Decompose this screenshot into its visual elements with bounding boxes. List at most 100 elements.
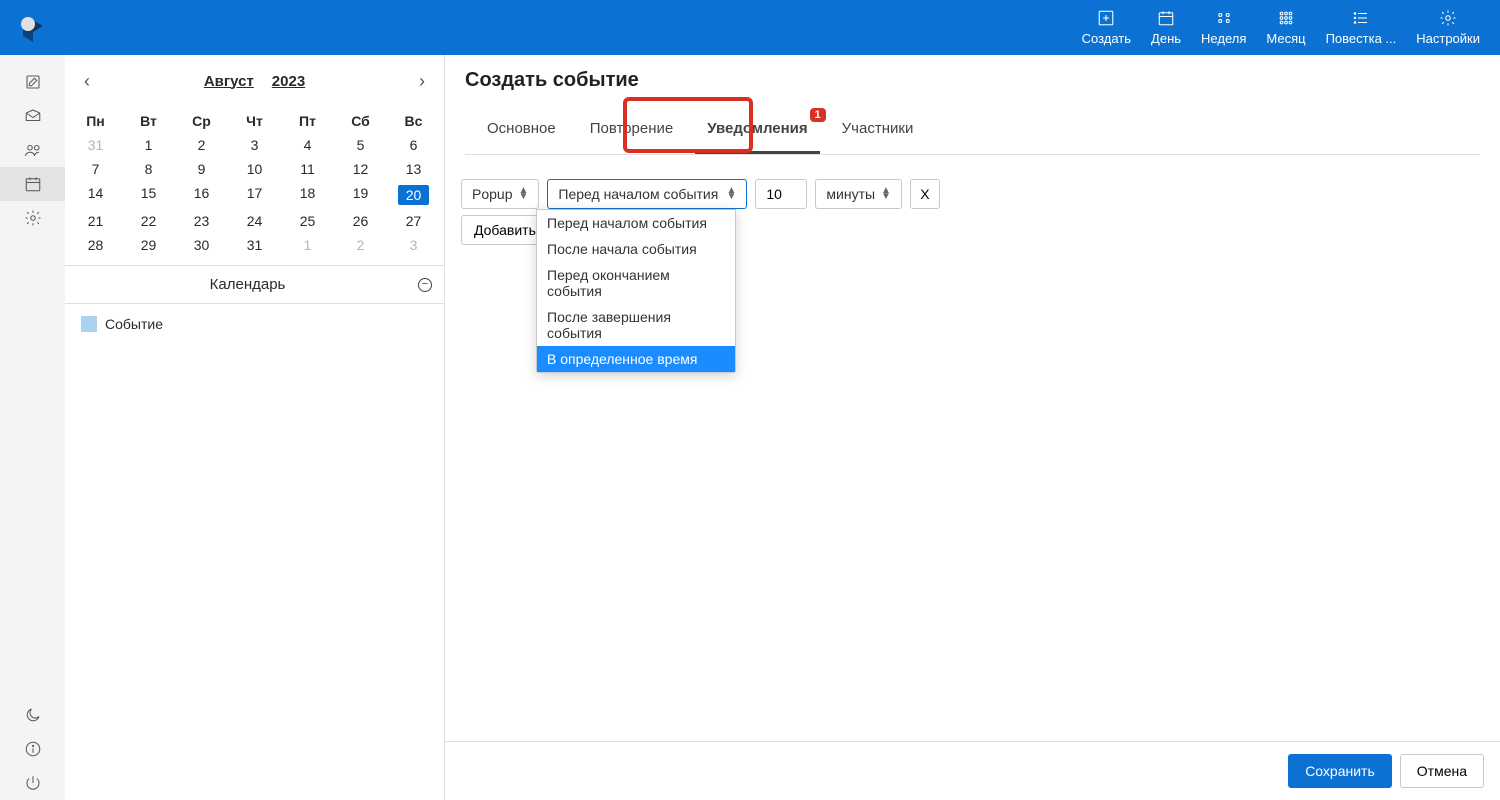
dropdown-option[interactable]: После завершения события — [537, 304, 735, 346]
color-swatch — [81, 316, 97, 332]
envelope-icon — [24, 107, 42, 125]
tab-Участники[interactable]: Участники — [830, 112, 926, 154]
day-cell[interactable]: 16 — [175, 181, 228, 209]
month-button[interactable]: Месяц — [1258, 5, 1313, 50]
updown-icon: ▲▼ — [881, 188, 891, 200]
page-title: Создать событие — [465, 69, 1480, 92]
dow-cell: Пн — [69, 109, 122, 133]
calendar-day-icon — [1157, 9, 1175, 27]
tab-Основное[interactable]: Основное — [475, 112, 568, 154]
day-cell[interactable]: 4 — [281, 133, 334, 157]
day-cell[interactable]: 10 — [228, 157, 281, 181]
day-cell[interactable]: 24 — [228, 209, 281, 233]
next-month-button[interactable]: › — [410, 69, 434, 93]
day-cell[interactable]: 7 — [69, 157, 122, 181]
day-cell[interactable]: 18 — [281, 181, 334, 209]
list-icon — [1352, 9, 1370, 27]
day-cell[interactable]: 31 — [228, 233, 281, 257]
dropdown-option[interactable]: Перед окончанием события — [537, 262, 735, 304]
day-cell[interactable]: 8 — [122, 157, 175, 181]
week-button[interactable]: Неделя — [1193, 5, 1254, 50]
week-label: Неделя — [1201, 31, 1246, 46]
rail-power[interactable] — [0, 766, 65, 800]
month-label[interactable]: Август — [204, 73, 254, 90]
day-cell[interactable]: 26 — [334, 209, 387, 233]
day-cell[interactable]: 29 — [122, 233, 175, 257]
prev-month-button[interactable]: ‹ — [75, 69, 99, 93]
people-icon — [24, 141, 42, 159]
day-cell[interactable]: 17 — [228, 181, 281, 209]
dow-cell: Пт — [281, 109, 334, 133]
day-cell[interactable]: 3 — [387, 233, 440, 257]
day-cell[interactable]: 1 — [281, 233, 334, 257]
notification-type-select[interactable]: Popup ▲▼ — [461, 179, 539, 209]
gear-icon — [24, 209, 42, 227]
day-button[interactable]: День — [1143, 5, 1189, 50]
settings-button[interactable]: Настройки — [1408, 5, 1488, 50]
day-cell[interactable]: 19 — [334, 181, 387, 209]
when-value: Перед началом события — [558, 186, 718, 202]
moon-icon — [24, 706, 42, 724]
rail-settings[interactable] — [0, 201, 65, 235]
notification-unit-select[interactable]: минуты ▲▼ — [815, 179, 902, 209]
day-cell[interactable]: 6 — [387, 133, 440, 157]
day-cell[interactable]: 23 — [175, 209, 228, 233]
day-cell[interactable]: 30 — [175, 233, 228, 257]
calendar-list-item[interactable]: Событие — [75, 312, 434, 336]
dropdown-option[interactable]: Перед началом события — [537, 210, 735, 236]
month-icon — [1277, 9, 1295, 27]
create-button[interactable]: Создать — [1074, 5, 1139, 50]
rail-calendar[interactable] — [0, 167, 65, 201]
dow-cell: Ср — [175, 109, 228, 133]
unit-value: минуты — [826, 186, 875, 202]
dropdown-option[interactable]: В определенное время — [537, 346, 735, 372]
day-cell[interactable]: 11 — [281, 157, 334, 181]
day-cell[interactable]: 15 — [122, 181, 175, 209]
rail-info[interactable] — [0, 732, 65, 766]
day-cell[interactable]: 2 — [175, 133, 228, 157]
day-cell[interactable]: 25 — [281, 209, 334, 233]
dow-cell: Вс — [387, 109, 440, 133]
day-cell[interactable]: 20 — [387, 181, 440, 209]
day-cell[interactable]: 12 — [334, 157, 387, 181]
rail-theme[interactable] — [0, 698, 65, 732]
day-cell[interactable]: 9 — [175, 157, 228, 181]
app-logo — [0, 16, 65, 40]
dropdown-option[interactable]: После начала события — [537, 236, 735, 262]
rail-contacts[interactable] — [0, 133, 65, 167]
calendar-icon — [24, 175, 42, 193]
month-label: Месяц — [1266, 31, 1305, 46]
day-cell[interactable]: 22 — [122, 209, 175, 233]
day-cell[interactable]: 14 — [69, 181, 122, 209]
agenda-button[interactable]: Повестка ... — [1318, 5, 1405, 50]
compose-icon — [24, 73, 42, 91]
day-cell[interactable]: 5 — [334, 133, 387, 157]
day-cell[interactable]: 27 — [387, 209, 440, 233]
notification-value-input[interactable] — [755, 179, 807, 209]
year-label[interactable]: 2023 — [272, 73, 305, 90]
save-button[interactable]: Сохранить — [1288, 754, 1392, 788]
remove-notification-button[interactable]: X — [910, 179, 940, 209]
rail-compose[interactable] — [0, 65, 65, 99]
info-icon — [24, 740, 42, 758]
tab-Повторение[interactable]: Повторение — [578, 112, 686, 154]
rail-mail[interactable] — [0, 99, 65, 133]
day-cell[interactable]: 2 — [334, 233, 387, 257]
day-cell[interactable]: 21 — [69, 209, 122, 233]
day-cell[interactable]: 1 — [122, 133, 175, 157]
value-field[interactable] — [766, 186, 796, 202]
calendar-section-title: Календарь — [77, 276, 418, 293]
day-cell[interactable]: 31 — [69, 133, 122, 157]
type-value: Popup — [472, 186, 512, 202]
collapse-icon[interactable]: − — [418, 278, 432, 292]
when-dropdown: Перед началом событияПосле начала событи… — [536, 209, 736, 373]
dow-cell: Чт — [228, 109, 281, 133]
cancel-button[interactable]: Отмена — [1400, 754, 1484, 788]
gear-icon — [1439, 9, 1457, 27]
notification-when-select[interactable]: Перед началом события ▲▼ — [547, 179, 747, 209]
tab-Уведомления[interactable]: Уведомления1 — [695, 112, 819, 154]
tab-badge: 1 — [810, 108, 826, 122]
day-cell[interactable]: 3 — [228, 133, 281, 157]
day-cell[interactable]: 13 — [387, 157, 440, 181]
day-cell[interactable]: 28 — [69, 233, 122, 257]
